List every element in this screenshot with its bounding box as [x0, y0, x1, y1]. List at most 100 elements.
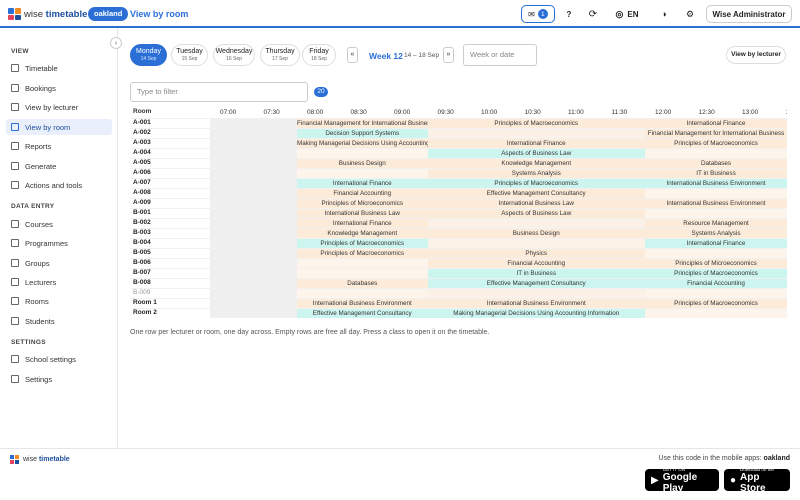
class-event[interactable]: Principles of Macroeconomics — [297, 238, 428, 248]
week-date-input[interactable]: Week or date — [463, 44, 537, 66]
class-event[interactable]: International Finance — [297, 178, 428, 188]
room-row-label[interactable]: A-003 — [133, 138, 151, 148]
class-event[interactable]: Systems Analysis — [645, 228, 787, 238]
class-event[interactable]: International Business Environment — [645, 198, 787, 208]
day-tab-monday[interactable]: Monday 14 Sep — [130, 44, 167, 66]
class-event[interactable]: Business Design — [427, 228, 645, 238]
sidebar-item-rooms[interactable]: Rooms — [6, 293, 112, 309]
class-event[interactable]: Financial Management for International B… — [645, 128, 787, 138]
settings-button[interactable]: ⚙ — [682, 5, 698, 23]
room-row-label[interactable]: A-005 — [133, 158, 151, 168]
room-row-label[interactable]: B-002 — [133, 218, 151, 228]
class-event[interactable]: Aspects of Business Law — [427, 208, 645, 218]
class-event[interactable]: Physics — [427, 248, 645, 258]
google-play-button[interactable]: ▶ GET IT ON Google Play — [645, 467, 719, 494]
class-event[interactable]: International Business Law — [427, 198, 645, 208]
room-row-label[interactable]: Room 2 — [133, 308, 157, 318]
room-row-label[interactable]: B-003 — [133, 228, 151, 238]
class-event[interactable]: International Business Law — [297, 208, 428, 218]
room-row-label[interactable]: A-006 — [133, 168, 151, 178]
day-tab-friday[interactable]: Friday 18 Sep — [302, 44, 336, 66]
room-row-label[interactable]: A-009 — [133, 198, 151, 208]
collapse-sidebar-button[interactable]: ‹ — [110, 37, 122, 49]
sidebar-item-programmes[interactable]: Programmes — [6, 235, 112, 251]
class-event[interactable]: International Finance — [645, 118, 787, 128]
day-tab-wednesday[interactable]: Wednesday 16 Sep — [213, 44, 255, 66]
class-event[interactable]: International Business Environment — [427, 298, 645, 308]
sidebar-item-view-by-lecturer[interactable]: View by lecturer — [6, 99, 112, 115]
refresh-button[interactable]: ⟳ — [584, 5, 602, 23]
class-event[interactable]: Effective Management Consultancy — [427, 188, 645, 198]
class-event[interactable]: Decision Support Systems — [297, 128, 428, 138]
sidebar-item-groups[interactable]: Groups — [6, 255, 112, 271]
room-row-label[interactable]: B-007 — [133, 268, 151, 278]
class-event[interactable]: International Business Environment — [297, 298, 428, 308]
class-event[interactable]: Effective Management Consultancy — [427, 278, 645, 288]
class-event[interactable]: Principles of Microeconomics — [645, 258, 787, 268]
app-store-button[interactable]: ● Download on the App Store — [724, 467, 790, 494]
class-event[interactable]: Effective Management Consultancy — [297, 308, 428, 318]
sidebar-item-bookings[interactable]: Bookings — [6, 80, 112, 96]
next-week-button[interactable]: » — [443, 47, 454, 63]
class-event[interactable]: International Business Environment — [645, 178, 787, 188]
sidebar-item-reports[interactable]: Reports — [6, 138, 112, 154]
class-event[interactable]: Aspects of Business Law — [427, 148, 645, 158]
room-row-label[interactable]: A-001 — [133, 118, 151, 128]
class-event[interactable]: Making Managerial Decisions Using Accoun… — [297, 138, 428, 148]
day-tab-tuesday[interactable]: Tuesday 15 Sep — [171, 44, 208, 66]
room-row-label[interactable]: B-006 — [133, 258, 151, 268]
class-event[interactable]: Making Managerial Decisions Using Accoun… — [427, 308, 645, 318]
sidebar-item-generate[interactable]: Generate — [6, 158, 112, 174]
class-event[interactable]: Financial Accounting — [427, 258, 645, 268]
class-event[interactable]: Principles of Macroeconomics — [297, 248, 428, 258]
room-row-label[interactable]: A-007 — [133, 178, 151, 188]
class-event[interactable]: International Finance — [645, 238, 787, 248]
sidebar-item-actions-and-tools[interactable]: Actions and tools — [6, 177, 112, 193]
palette-button[interactable]: ◑ — [656, 5, 672, 23]
class-event[interactable]: Knowledge Management — [297, 228, 428, 238]
class-event[interactable]: Principles of Macroeconomics — [645, 268, 787, 278]
room-row-label[interactable]: B-008 — [133, 278, 151, 288]
class-event[interactable]: Financial Accounting — [297, 188, 428, 198]
class-event[interactable]: Principles of Macroeconomics — [645, 138, 787, 148]
class-event[interactable]: IT in Business — [645, 168, 787, 178]
room-row-label[interactable]: B-009 — [133, 288, 150, 298]
day-tab-thursday[interactable]: Thursday 17 Sep — [260, 44, 300, 66]
room-row-label[interactable]: A-008 — [133, 188, 151, 198]
help-button[interactable]: ? — [560, 5, 578, 23]
sidebar-item-school-settings[interactable]: School settings — [6, 351, 112, 367]
room-row-label[interactable]: B-005 — [133, 248, 151, 258]
language-button[interactable]: ◎ EN — [612, 5, 642, 23]
class-event[interactable]: Financial Management for International B… — [297, 118, 428, 128]
room-row-label[interactable]: Room 1 — [133, 298, 157, 308]
room-row-label[interactable]: A-004 — [133, 148, 151, 158]
view-by-lecturer-button[interactable]: View by lecturer — [726, 46, 786, 64]
class-event[interactable]: Principles of Microeconomics — [297, 198, 428, 208]
class-event[interactable]: Databases — [645, 158, 787, 168]
class-event[interactable]: Financial Accounting — [645, 278, 787, 288]
class-event[interactable]: Principles of Macroeconomics — [427, 178, 645, 188]
class-event[interactable]: Knowledge Management — [427, 158, 645, 168]
user-menu-button[interactable]: Wise Administrator — [706, 5, 792, 23]
class-event[interactable]: IT in Business — [427, 268, 645, 278]
class-event[interactable]: Principles of Macroeconomics — [645, 298, 787, 308]
sidebar-item-timetable[interactable]: Timetable — [6, 60, 112, 76]
org-badge[interactable]: oakland — [88, 7, 129, 21]
class-event[interactable]: International Finance — [297, 218, 428, 228]
class-event[interactable]: Systems Analysis — [427, 168, 645, 178]
sidebar-item-lecturers[interactable]: Lecturers — [6, 274, 112, 290]
room-row-label[interactable]: B-001 — [133, 208, 151, 218]
sidebar-item-students[interactable]: Students — [6, 313, 112, 329]
sidebar-item-courses[interactable]: Courses — [6, 216, 112, 232]
previous-week-button[interactable]: « — [347, 47, 358, 63]
class-event[interactable]: International Finance — [427, 138, 645, 148]
filter-input[interactable]: Type to filter — [130, 82, 308, 102]
class-event[interactable]: Databases — [297, 278, 428, 288]
sidebar-item-view-by-room[interactable]: View by room — [6, 119, 112, 135]
class-event[interactable]: Resource Management — [645, 218, 787, 228]
room-row-label[interactable]: B-004 — [133, 238, 151, 248]
class-event[interactable]: Principles of Macroeconomics — [427, 118, 645, 128]
room-row-label[interactable]: A-002 — [133, 128, 151, 138]
class-event[interactable]: Business Design — [297, 158, 428, 168]
sidebar-item-settings[interactable]: Settings — [6, 371, 112, 387]
